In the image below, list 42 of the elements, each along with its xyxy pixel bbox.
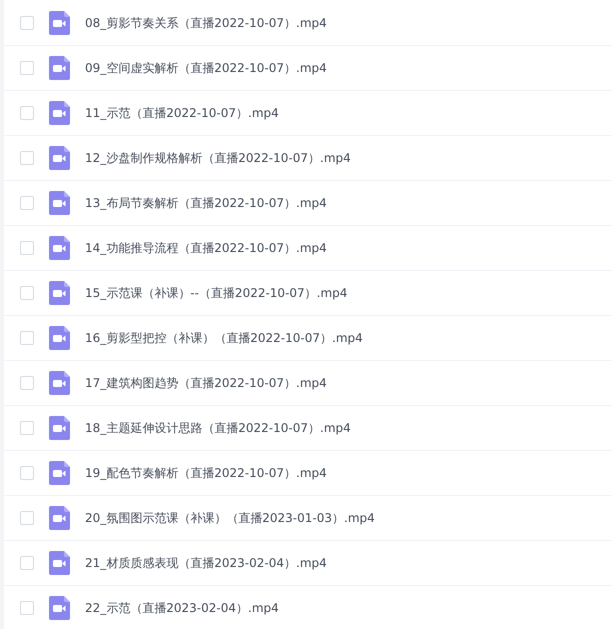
video-file-icon (49, 461, 70, 485)
file-name[interactable]: 20_氛围图示范课（补课）（直播2023-01-03）.mp4 (85, 510, 375, 526)
video-file-icon (49, 416, 70, 440)
checkbox[interactable] (20, 556, 34, 570)
video-file-icon (49, 326, 70, 350)
checkbox[interactable] (20, 196, 34, 210)
checkbox[interactable] (20, 331, 34, 345)
video-file-icon (49, 146, 70, 170)
file-name[interactable]: 16_剪影型把控（补课）（直播2022-10-07）.mp4 (85, 330, 363, 346)
checkbox[interactable] (20, 511, 34, 525)
file-name[interactable]: 22_示范（直播2023-02-04）.mp4 (85, 600, 279, 616)
video-file-icon (49, 551, 70, 575)
video-file-icon (49, 11, 70, 35)
checkbox[interactable] (20, 466, 34, 480)
checkbox[interactable] (20, 151, 34, 165)
checkbox[interactable] (20, 106, 34, 120)
video-file-icon (49, 236, 70, 260)
video-file-icon (49, 281, 70, 305)
checkbox[interactable] (20, 286, 34, 300)
video-file-icon (49, 506, 70, 530)
file-name[interactable]: 13_布局节奏解析（直播2022-10-07）.mp4 (85, 194, 327, 212)
file-name[interactable]: 11_示范（直播2022-10-07）.mp4 (85, 104, 279, 122)
file-name[interactable]: 08_剪影节奏关系（直播2022-10-07）.mp4 (85, 14, 327, 32)
checkbox[interactable] (20, 16, 34, 30)
video-file-icon (49, 56, 70, 80)
checkbox[interactable] (20, 376, 34, 390)
file-name[interactable]: 18_主题延伸设计思路（直播2022-10-07）.mp4 (85, 420, 351, 436)
video-file-icon (49, 191, 70, 215)
checkbox[interactable] (20, 421, 34, 435)
file-name[interactable]: 14_功能推导流程（直播2022-10-07）.mp4 (85, 240, 327, 256)
file-name[interactable]: 21_材质质感表现（直播2023-02-04）.mp4 (85, 554, 327, 572)
file-name[interactable]: 12_沙盘制作规格解析（直播2022-10-07）.mp4 (85, 150, 351, 166)
checkbox[interactable] (20, 601, 34, 615)
checkbox[interactable] (20, 241, 34, 255)
video-file-icon (49, 101, 70, 125)
video-file-icon (49, 371, 70, 395)
checkbox[interactable] (20, 61, 34, 75)
file-name[interactable]: 09_空间虚实解析（直播2022-10-07）.mp4 (85, 60, 327, 76)
video-file-icon (49, 596, 70, 620)
file-name[interactable]: 15_示范课（补课）--（直播2022-10-07）.mp4 (85, 284, 348, 302)
file-name[interactable]: 17_建筑构图趋势（直播2022-10-07）.mp4 (85, 374, 327, 392)
file-name[interactable]: 19_配色节奏解析（直播2022-10-07）.mp4 (85, 464, 327, 482)
